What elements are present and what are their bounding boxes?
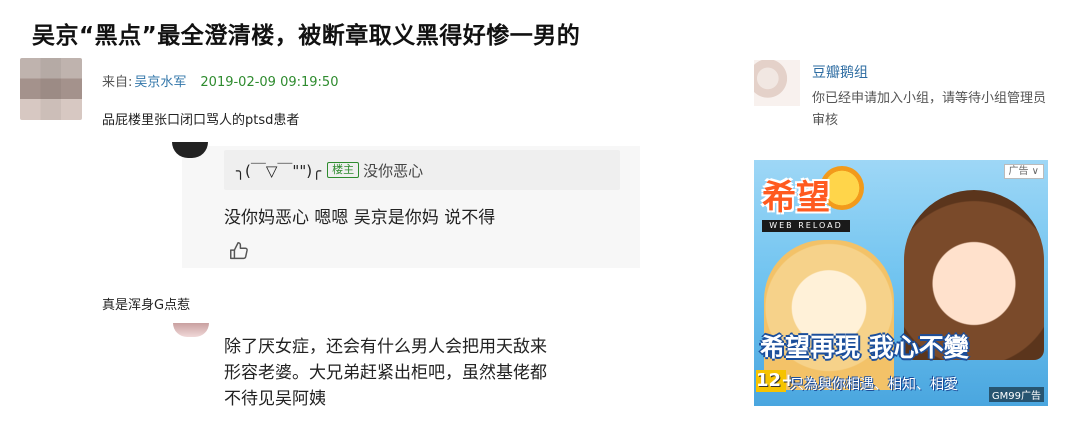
- ad-tagline: 只為與你相遇、相知、相愛: [790, 377, 958, 393]
- quoted-text: 没你恶心: [363, 161, 424, 180]
- advertisement-banner[interactable]: 希望 WEB RELOAD 广告 ∨ 希望再現 我心不變 12+ 只為與你相遇、…: [754, 160, 1048, 406]
- ad-subtitle: WEB RELOAD: [762, 220, 850, 232]
- ad-character-girl: [764, 240, 894, 390]
- reply-line: 除了厌女症，还会有什么男人会把用天敌来: [224, 337, 547, 357]
- thumbs-up-icon[interactable]: [228, 240, 250, 262]
- op-badge: 楼主: [327, 162, 360, 178]
- ad-label[interactable]: 广告 ∨: [1003, 164, 1044, 179]
- comment-text: 真是浑身G点惹: [102, 298, 191, 313]
- group-status: 你已经申请加入小组，请等待小组管理员审核: [812, 91, 1047, 128]
- ad-slogan: 希望再現 我心不變: [760, 333, 969, 362]
- reply-avatar[interactable]: [173, 323, 209, 337]
- reply-line: 不待见吴阿姨: [224, 389, 326, 409]
- ad-logo: 希望: [762, 178, 830, 218]
- quoted-comment: ╮(￣▽￣"")╭ 楼主 没你恶心: [224, 150, 620, 190]
- post-text: 品屁楼里张口闭口骂人的ptsd患者: [102, 113, 300, 128]
- author-link[interactable]: 吴京水军: [134, 75, 186, 90]
- page-title: 吴京“黑点”最全澄清楼，被断章取义黑得好惨一男的: [32, 23, 581, 49]
- age-rating: 12+: [756, 370, 797, 392]
- user-avatar[interactable]: [20, 58, 82, 120]
- ad-brand: GM99广告: [988, 387, 1044, 402]
- group-name-link[interactable]: 豆瓣鹅组: [812, 62, 868, 82]
- reply-text: 没你妈恶心 嗯嗯 吴京是你妈 说不得: [224, 208, 496, 228]
- reply-text-2: 除了厌女症，还会有什么男人会把用天敌来 形容老婆。大兄弟赶紧出柜吧，虽然基佬都 …: [224, 334, 614, 412]
- post-meta: 来自: 吴京水军 2019-02-09 09:19:50: [102, 71, 338, 90]
- post-date: 2019-02-09 09:19:50: [200, 75, 339, 90]
- from-label: 来自:: [102, 75, 133, 90]
- group-thumbnail[interactable]: [754, 60, 800, 106]
- quoted-nickname[interactable]: ╮(￣▽￣"")╭: [236, 160, 321, 181]
- reply-line: 形容老婆。大兄弟赶紧出柜吧，虽然基佬都: [224, 363, 547, 383]
